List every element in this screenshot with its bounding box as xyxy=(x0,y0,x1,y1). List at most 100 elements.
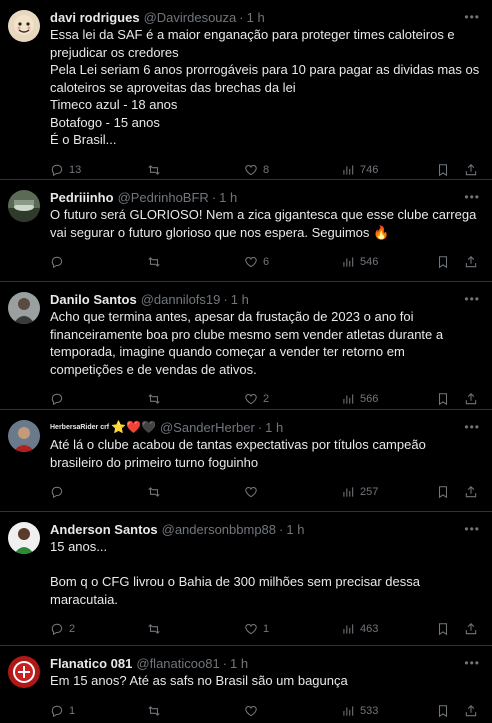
share-icon[interactable] xyxy=(464,255,478,269)
tweet[interactable]: Flanatico 081 @flanaticoo81 · 1 h Em 15 … xyxy=(0,646,492,723)
avatar[interactable] xyxy=(8,656,40,688)
author-handle[interactable]: @dannilofs19 xyxy=(141,292,221,307)
retweet-button[interactable] xyxy=(147,255,244,269)
timestamp[interactable]: 1 h xyxy=(286,522,304,537)
author-name[interactable]: Flanatico 081 xyxy=(50,656,132,671)
bookmark-icon[interactable] xyxy=(436,163,450,177)
retweet-button[interactable] xyxy=(147,485,244,499)
views-icon xyxy=(343,487,354,497)
bookmark-icon[interactable] xyxy=(436,392,450,406)
reply-icon xyxy=(51,623,63,636)
view-count: 566 xyxy=(360,393,379,405)
views-icon xyxy=(343,624,354,634)
action-bar: 6 546 xyxy=(50,247,480,277)
retweet-icon xyxy=(148,705,160,716)
timestamp[interactable]: 1 h xyxy=(265,420,283,435)
tweet-text: 15 anos... Bom q o CFG livrou o Bahia de… xyxy=(50,539,420,607)
retweet-button[interactable] xyxy=(147,704,244,718)
tweet-text: Em 15 anos? Até as safs no Brasil são um… xyxy=(50,673,348,688)
author-name[interactable]: HerbersaRider crf xyxy=(50,424,109,431)
more-options-icon[interactable]: ••• xyxy=(464,420,480,434)
bookmark-icon[interactable] xyxy=(436,704,450,718)
share-icon[interactable] xyxy=(464,704,478,718)
like-button[interactable] xyxy=(244,704,341,718)
author-handle[interactable]: @flanaticoo81 xyxy=(136,656,219,671)
author-handle[interactable]: @SanderHerber xyxy=(160,420,255,435)
avatar[interactable] xyxy=(8,420,40,452)
tweet[interactable]: davi rodrigues @Davirdesouza · 1 h Essa … xyxy=(0,0,492,180)
retweet-icon xyxy=(148,257,160,267)
author-name[interactable]: Pedriiinho xyxy=(50,190,114,205)
like-button[interactable]: 8 xyxy=(244,163,341,177)
reply-button[interactable]: 2 xyxy=(50,622,147,636)
like-count: 2 xyxy=(263,393,270,405)
tweet[interactable]: Anderson Santos @andersonbbmp88 · 1 h 15… xyxy=(0,512,492,646)
like-button[interactable]: 6 xyxy=(244,255,341,269)
tweet[interactable]: Danilo Santos @dannilofs19 · 1 h Acho qu… xyxy=(0,282,492,410)
reply-icon xyxy=(51,486,63,499)
views-button[interactable]: 546 xyxy=(341,255,427,269)
more-options-icon[interactable]: ••• xyxy=(464,656,480,670)
share-icon[interactable] xyxy=(464,622,478,636)
timestamp[interactable]: 1 h xyxy=(231,292,249,307)
views-button[interactable]: 463 xyxy=(341,622,427,636)
avatar[interactable] xyxy=(8,190,40,222)
bookmark-icon[interactable] xyxy=(436,255,450,269)
views-button[interactable]: 257 xyxy=(341,485,427,499)
reply-button[interactable] xyxy=(50,392,147,406)
timestamp[interactable]: 1 h xyxy=(247,10,265,25)
like-button[interactable] xyxy=(244,485,341,499)
share-icon[interactable] xyxy=(464,392,478,406)
author-name[interactable]: Danilo Santos xyxy=(50,292,137,307)
author-handle[interactable]: @andersonbbmp88 xyxy=(162,522,276,537)
retweet-icon xyxy=(148,624,160,634)
views-icon xyxy=(343,705,354,716)
retweet-icon xyxy=(148,487,160,497)
share-icon[interactable] xyxy=(464,163,478,177)
views-button[interactable]: 566 xyxy=(341,392,427,406)
like-button[interactable]: 2 xyxy=(244,392,341,406)
retweet-button[interactable] xyxy=(147,163,244,177)
heart-icon xyxy=(245,394,257,405)
author-handle[interactable]: @PedrinhoBFR xyxy=(118,190,209,205)
views-button[interactable]: 746 xyxy=(341,163,427,177)
more-options-icon[interactable]: ••• xyxy=(464,190,480,204)
timestamp[interactable]: 1 h xyxy=(219,190,237,205)
share-icon[interactable] xyxy=(464,485,478,499)
bookmark-icon[interactable] xyxy=(436,622,450,636)
tweet-text: Essa lei da SAF é a maior enganação para… xyxy=(50,27,480,147)
more-options-icon[interactable]: ••• xyxy=(464,522,480,536)
views-icon xyxy=(343,257,354,267)
reply-icon xyxy=(51,705,63,717)
like-count: 6 xyxy=(263,256,270,268)
action-bar: 2 1 463 xyxy=(50,614,480,644)
author-name[interactable]: Anderson Santos xyxy=(50,522,158,537)
author-name[interactable]: davi rodrigues xyxy=(50,10,140,25)
action-bar: 1 533 xyxy=(50,696,480,723)
separator-dot: · xyxy=(211,189,217,205)
retweet-icon xyxy=(148,394,160,404)
avatar[interactable] xyxy=(8,292,40,324)
views-button[interactable]: 533 xyxy=(341,704,427,718)
avatar[interactable] xyxy=(8,10,40,42)
tweet[interactable]: Pedriiinho @PedrinhoBFR · 1 h O futuro s… xyxy=(0,180,492,282)
avatar[interactable] xyxy=(8,522,40,554)
retweet-button[interactable] xyxy=(147,622,244,636)
reply-button[interactable] xyxy=(50,255,147,269)
separator-dot: · xyxy=(223,291,228,307)
reply-button[interactable] xyxy=(50,485,147,499)
tweet-text: Até lá o clube acabou de tantas expectat… xyxy=(50,437,426,470)
views-icon xyxy=(343,394,354,404)
more-options-icon[interactable]: ••• xyxy=(464,10,480,24)
timestamp[interactable]: 1 h xyxy=(230,656,248,671)
action-bar: 257 xyxy=(50,477,480,507)
reply-button[interactable]: 13 xyxy=(50,163,147,177)
author-handle[interactable]: @Davirdesouza xyxy=(144,10,237,25)
reply-button[interactable]: 1 xyxy=(50,704,147,718)
tweet[interactable]: HerbersaRider crf ⭐❤️🖤 @SanderHerber · 1… xyxy=(0,410,492,512)
retweet-button[interactable] xyxy=(147,392,244,406)
like-button[interactable]: 1 xyxy=(244,622,341,636)
view-count: 533 xyxy=(360,704,379,717)
more-options-icon[interactable]: ••• xyxy=(464,292,480,306)
bookmark-icon[interactable] xyxy=(436,485,450,499)
